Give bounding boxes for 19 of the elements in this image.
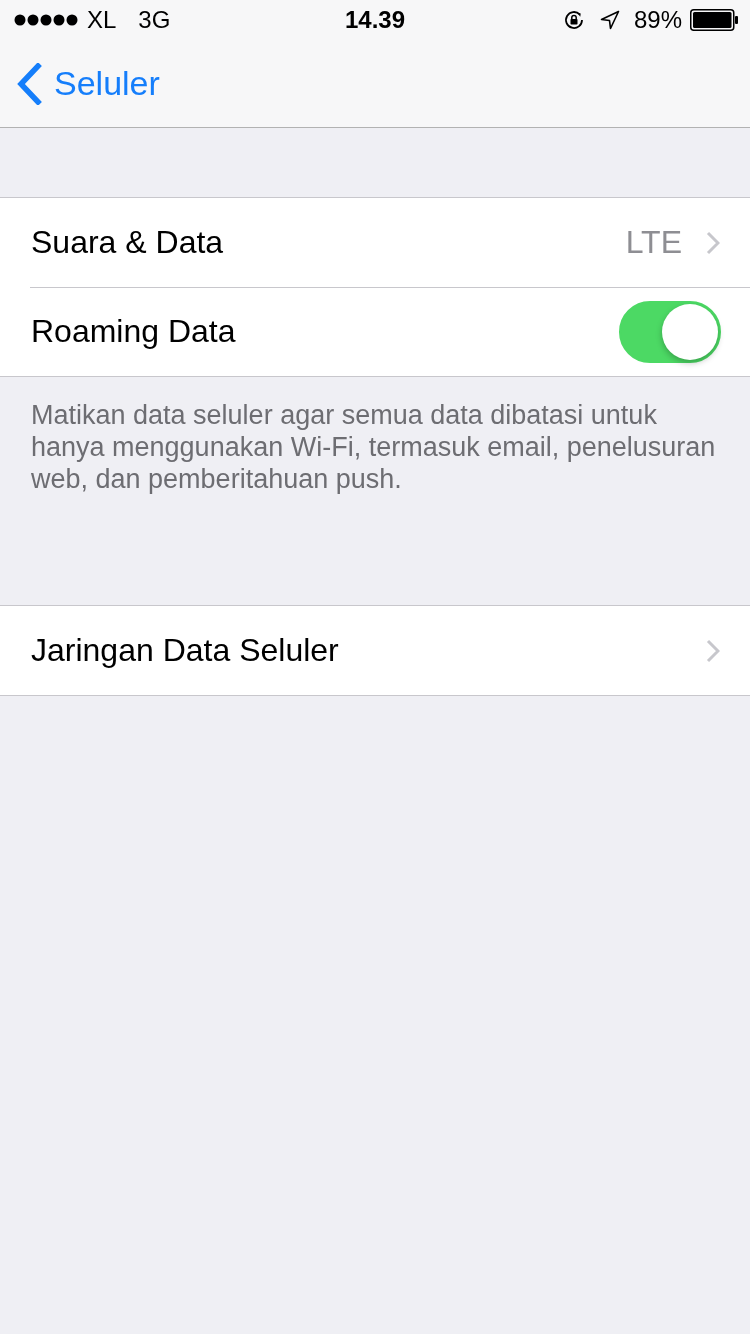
settings-row[interactable]: Jaringan Data Seluler (0, 606, 750, 695)
back-chevron-icon (16, 62, 42, 105)
chevron-right-icon (706, 230, 720, 255)
signal-dots-icon (13, 14, 79, 26)
row-value: LTE (625, 224, 682, 261)
toggle-switch[interactable] (619, 300, 721, 363)
battery-icon (690, 9, 738, 31)
row-label: Roaming Data (31, 313, 236, 350)
group-footer-text: Matikan data seluler agar semua data dibatasi untuk hanya menggunakan Wi-Fi, termasuk email, penelusuran web, dan pemberitahuan push. (30, 399, 717, 495)
row-label: Jaringan Data Seluler (31, 632, 339, 669)
battery-percent: 89% (633, 6, 682, 34)
settings-row[interactable]: Suara & Data LTE (0, 198, 750, 287)
network-label: 3G (138, 6, 171, 34)
location-arrow-icon (599, 10, 620, 30)
carrier-label: XL (87, 6, 117, 34)
status-time: 14.39 (344, 6, 406, 34)
row-label: Suara & Data (31, 224, 224, 261)
chevron-right-icon (706, 638, 720, 663)
back-button[interactable]: Seluler (16, 62, 160, 105)
